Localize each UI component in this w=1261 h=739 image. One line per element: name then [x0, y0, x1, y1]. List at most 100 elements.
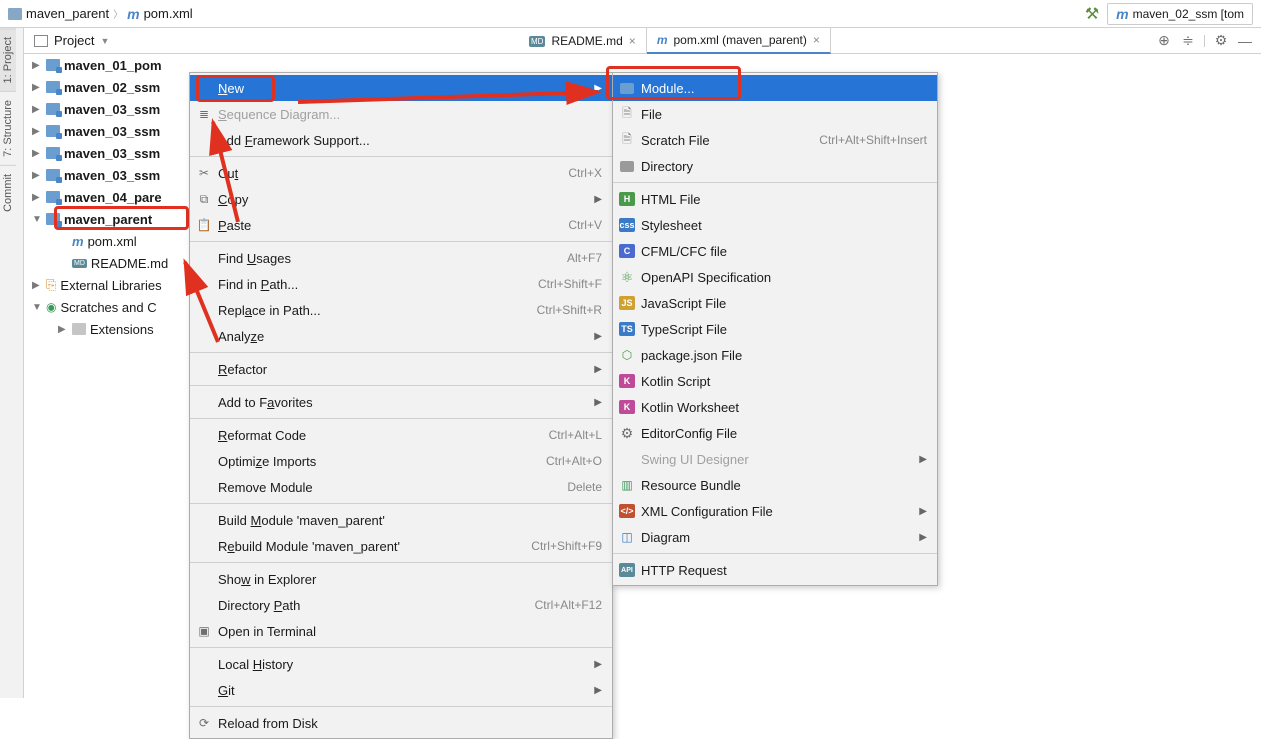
submenu-item[interactable]: KKotlin Script: [613, 368, 937, 394]
menu-item[interactable]: Replace in Path...Ctrl+Shift+R: [190, 297, 612, 323]
arrow-right-icon[interactable]: ▶: [32, 60, 42, 71]
module-folder-icon: [46, 169, 60, 181]
close-icon[interactable]: ×: [813, 33, 820, 47]
left-tool-gutter: 1: Project 7: Structure Commit: [0, 28, 24, 698]
submenu-item[interactable]: Module...: [613, 75, 937, 101]
menu-item[interactable]: ▣Open in Terminal: [190, 618, 612, 644]
menu-item[interactable]: Build Module 'maven_parent': [190, 507, 612, 533]
cfml-icon: C: [619, 244, 635, 258]
editor-tab-readme[interactable]: MD README.md ×: [519, 28, 647, 54]
submenu-item[interactable]: Swing UI Designer▶: [613, 446, 937, 472]
menu-item[interactable]: New▶: [190, 75, 612, 101]
arrow-right-icon[interactable]: ▶: [58, 324, 68, 335]
menu-shortcut: Ctrl+Shift+F: [538, 277, 602, 291]
submenu-item-label: CFML/CFC file: [641, 244, 727, 259]
tree-item-label: maven_02_ssm: [64, 80, 160, 95]
arrow-right-icon[interactable]: ▶: [32, 280, 42, 291]
close-icon[interactable]: ×: [629, 34, 636, 48]
http-icon: API: [619, 563, 635, 577]
arrow-right-icon[interactable]: ▶: [32, 170, 42, 181]
menu-separator: [190, 385, 612, 386]
menu-item[interactable]: ✂CutCtrl+X: [190, 160, 612, 186]
api-icon: ⚛: [619, 269, 635, 286]
menu-item[interactable]: Find in Path...Ctrl+Shift+F: [190, 271, 612, 297]
editor-tab-pom[interactable]: m pom.xml (maven_parent) ×: [647, 28, 831, 54]
folder-icon: [8, 8, 22, 20]
tool-tab-structure[interactable]: 7: Structure: [0, 91, 16, 165]
submenu-item[interactable]: ◫Diagram▶: [613, 524, 937, 550]
tool-tab-project[interactable]: 1: Project: [0, 28, 16, 91]
chevron-right-icon: 〉: [113, 6, 123, 21]
menu-item[interactable]: ≣Sequence Diagram...: [190, 101, 612, 127]
menu-item[interactable]: ⟳Reload from Disk: [190, 710, 612, 736]
submenu-item[interactable]: TSTypeScript File: [613, 316, 937, 342]
menu-item-label: Build Module 'maven_parent': [218, 513, 385, 528]
submenu-item[interactable]: C CFML/CFC file: [613, 238, 937, 264]
menu-item-label: Show in Explorer: [218, 572, 316, 587]
menu-item[interactable]: Show in Explorer: [190, 566, 612, 592]
gear-icon[interactable]: ⚙: [1211, 31, 1231, 51]
menu-item[interactable]: Analyze▶: [190, 323, 612, 349]
submenu-item-label: Module...: [641, 81, 694, 96]
menu-item[interactable]: 📋PasteCtrl+V: [190, 212, 612, 238]
submenu-item-label: package.json File: [641, 348, 742, 363]
minimize-icon[interactable]: —: [1235, 31, 1255, 51]
module-folder-icon: [46, 59, 60, 71]
submenu-item[interactable]: ▥Resource Bundle: [613, 472, 937, 498]
arrow-right-icon[interactable]: ▶: [32, 82, 42, 93]
submenu-item[interactable]: 🗎File: [613, 101, 937, 127]
submenu-item[interactable]: JSJavaScript File: [613, 290, 937, 316]
menu-item[interactable]: ⧉Copy▶: [190, 186, 612, 212]
file-scratch-icon: 🗎: [619, 130, 635, 151]
submenu-item-label: HTML File: [641, 192, 700, 207]
arrow-right-icon[interactable]: ▶: [32, 104, 42, 115]
menu-item[interactable]: Git▶: [190, 677, 612, 703]
build-icon[interactable]: ⚒: [1085, 4, 1099, 24]
submenu-item[interactable]: ⬡ package.json File: [613, 342, 937, 368]
js-icon: JS: [619, 296, 635, 310]
menu-item[interactable]: Rebuild Module 'maven_parent'Ctrl+Shift+…: [190, 533, 612, 559]
submenu-item[interactable]: HHTML File: [613, 186, 937, 212]
arrow-right-icon[interactable]: ▶: [32, 192, 42, 203]
arrow-right-icon[interactable]: ▶: [32, 126, 42, 137]
diag-icon: ◫: [619, 530, 635, 544]
arrow-right-icon[interactable]: ▶: [32, 148, 42, 159]
expand-icon[interactable]: ≑: [1178, 31, 1198, 51]
menu-item-label: Git: [218, 683, 235, 698]
locate-icon[interactable]: ⊕: [1154, 31, 1174, 51]
submenu-item[interactable]: cssStylesheet: [613, 212, 937, 238]
submenu-arrow-icon: ▶: [594, 364, 602, 375]
menu-item[interactable]: Find UsagesAlt+F7: [190, 245, 612, 271]
menu-item[interactable]: Optimize ImportsCtrl+Alt+O: [190, 448, 612, 474]
menu-item-label: Optimize Imports: [218, 454, 316, 469]
submenu-item[interactable]: ⚛OpenAPI Specification: [613, 264, 937, 290]
submenu-item-label: Directory: [641, 159, 693, 174]
run-config-selector[interactable]: m maven_02_ssm [tom: [1107, 3, 1253, 25]
project-view-selector[interactable]: Project ▼: [24, 33, 119, 48]
menu-item[interactable]: Add Framework Support...: [190, 127, 612, 153]
arrow-down-icon[interactable]: ▼: [32, 214, 42, 225]
tool-tab-commit[interactable]: Commit: [0, 165, 16, 220]
arrow-down-icon[interactable]: ▼: [32, 302, 42, 313]
module-folder-icon: [46, 81, 60, 93]
menu-separator: [190, 503, 612, 504]
menu-item-label: Add Framework Support...: [218, 133, 370, 148]
breadcrumb-file[interactable]: pom.xml: [144, 6, 193, 21]
menu-item[interactable]: Remove ModuleDelete: [190, 474, 612, 500]
submenu-item[interactable]: Directory: [613, 153, 937, 179]
menu-item[interactable]: Refactor▶: [190, 356, 612, 382]
submenu-item[interactable]: ⚙EditorConfig File: [613, 420, 937, 446]
submenu-item-label: XML Configuration File: [641, 504, 773, 519]
submenu-item[interactable]: 🗎Scratch FileCtrl+Alt+Shift+Insert: [613, 127, 937, 153]
tree-item-label: maven_03_ssm: [64, 146, 160, 161]
rb-icon: ▥: [619, 478, 635, 492]
menu-item[interactable]: Reformat CodeCtrl+Alt+L: [190, 422, 612, 448]
submenu-item[interactable]: APIHTTP Request: [613, 557, 937, 583]
submenu-item[interactable]: KKotlin Worksheet: [613, 394, 937, 420]
menu-item[interactable]: Local History▶: [190, 651, 612, 677]
breadcrumb-root[interactable]: maven_parent: [26, 6, 109, 21]
menu-item[interactable]: Directory PathCtrl+Alt+F12: [190, 592, 612, 618]
json-icon: ⬡: [619, 348, 635, 362]
submenu-item[interactable]: </>XML Configuration File▶: [613, 498, 937, 524]
menu-item[interactable]: Add to Favorites▶: [190, 389, 612, 415]
